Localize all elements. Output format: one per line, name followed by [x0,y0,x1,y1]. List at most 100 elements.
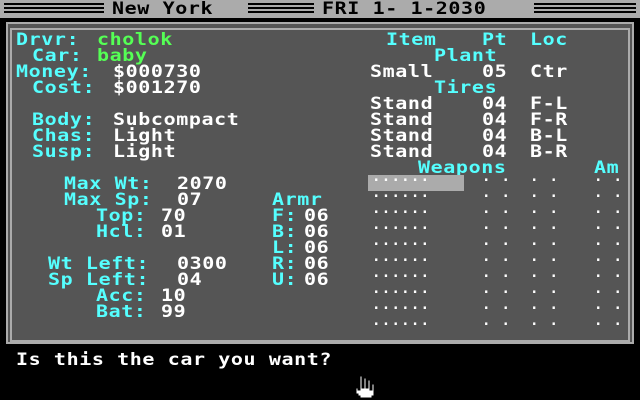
weapon-slot-field: . . [594,201,624,217]
cost-value: $001270 [113,76,202,97]
weapon-slot[interactable]: ...... [372,297,430,313]
tire-location: B-L [530,124,568,145]
weapon-slot-field: . . [594,297,624,313]
weapon-slot[interactable]: ...... [372,281,430,297]
armor-left-label: L: [272,236,298,257]
weapon-slot-field: . . [594,169,624,185]
armor-front-value: 06 [304,204,330,225]
money-value: $000730 [113,60,202,81]
weapon-slot-field: . . [530,249,560,265]
weapon-slot-field: . . [594,233,624,249]
weapon-slot[interactable]: ...... [372,201,430,217]
battery-value: 99 [161,300,187,321]
tire-points: 04 [482,124,508,145]
acceleration-label: Acc: [96,284,147,305]
acceleration-value: 10 [161,284,187,305]
handling-value: 01 [161,220,187,241]
weight-left-label: Wt Left: [48,252,150,273]
armor-back-value: 06 [304,220,330,241]
weapon-slot-field: . . [482,217,512,233]
plant-location: Ctr [530,60,568,81]
armor-left-value: 06 [304,236,330,257]
weight-left-value: 0300 [177,252,228,273]
top-speed-value: 70 [161,204,187,225]
points-column-header: Pt [482,28,508,49]
cost-label: Cost: [32,76,96,97]
armor-right-value: 06 [304,252,330,273]
car-name: baby [97,44,148,65]
weapon-slot-field: . . [530,297,560,313]
speed-left-label: Sp Left: [48,268,150,289]
weapon-slot[interactable]: ...... [372,233,430,249]
weapon-slot[interactable]: ...... [372,185,430,201]
tire-item[interactable]: Stand [370,94,433,111]
weapon-slot-field: . . [530,313,560,329]
armor-front-label: F: [272,204,298,225]
weapon-slot-field: . . [482,281,512,297]
weapon-slot-field: . . [482,201,512,217]
weapon-slot-field: . . [530,185,560,201]
car-label: Car: [32,44,83,65]
weapon-slot-field: . . [594,281,624,297]
weapon-slot-field: . . [530,233,560,249]
weapon-slot-field: . . [482,169,512,185]
title-stripes-right [534,3,636,15]
weapon-slot-field: . . [594,249,624,265]
armor-back-label: B: [272,220,298,241]
message-bar: Is this the car you want? [0,346,640,400]
weapon-slot-field: . . [482,233,512,249]
money-label: Money: [16,60,92,81]
weapon-slot[interactable]: ...... [372,217,430,233]
tire-points: 04 [482,140,508,161]
weapon-slot-field: . . [594,265,624,281]
weapon-slot-field: . . [482,265,512,281]
weapon-slot-field: . . [594,313,624,329]
tire-item[interactable]: Stand [370,126,433,143]
location-column-header: Loc [530,28,568,49]
tire-item[interactable]: Stand [370,110,433,127]
max-weight-label: Max Wt: [64,172,153,193]
driver-name: cholok [97,28,173,49]
weapon-slot[interactable]: ...... [372,169,430,185]
title-stripes-middle [248,3,314,15]
tires-heading: Tires [434,76,498,97]
weapon-slot-field: . . [530,281,560,297]
armor-right-label: R: [272,252,298,273]
weapon-slot-field: . . [530,217,560,233]
weapon-slot-field: . . [594,185,624,201]
top-speed-label: Top: [96,204,147,225]
weapon-slot-field: . . [530,201,560,217]
battery-label: Bat: [96,300,147,321]
max-speed-value: 07 [177,188,203,209]
weapon-slot-field: . . [482,249,512,265]
weapon-slot[interactable]: ...... [372,313,430,329]
tire-points: 04 [482,92,508,113]
weapon-slot[interactable]: ...... [372,265,430,281]
armor-under-label: U: [272,268,298,289]
armor-under-value: 06 [304,268,330,289]
weapon-slot-field: . . [482,297,512,313]
handling-label: Hcl: [96,220,147,241]
tire-points: 04 [482,108,508,129]
chassis-value: Light [113,124,177,145]
game-date: FRI 1- 1-2030 [322,0,487,18]
body-label: Body: [32,108,96,129]
title-stripes-left [4,3,104,15]
prompt-message: Is this the car you want? [16,348,333,369]
game-screen: New York FRI 1- 1-2030 Drvr: cholok Car:… [0,0,640,400]
weapon-slot[interactable]: ...... [372,249,430,265]
suspension-value: Light [113,140,177,161]
weapon-slot-field: . . [482,313,512,329]
max-speed-label: Max Sp: [64,188,153,209]
max-weight-value: 2070 [177,172,228,193]
plant-heading: Plant [434,44,498,65]
tire-item[interactable]: Stand [370,142,433,159]
plant-item[interactable]: Small [370,62,433,79]
tire-location: B-R [530,140,568,161]
tire-location: F-R [530,108,568,129]
plant-points: 05 [482,60,508,81]
suspension-label: Susp: [32,140,96,161]
tire-location: F-L [530,92,568,113]
armor-heading: Armr [272,188,323,209]
weapon-slot-field: . . [530,169,560,185]
